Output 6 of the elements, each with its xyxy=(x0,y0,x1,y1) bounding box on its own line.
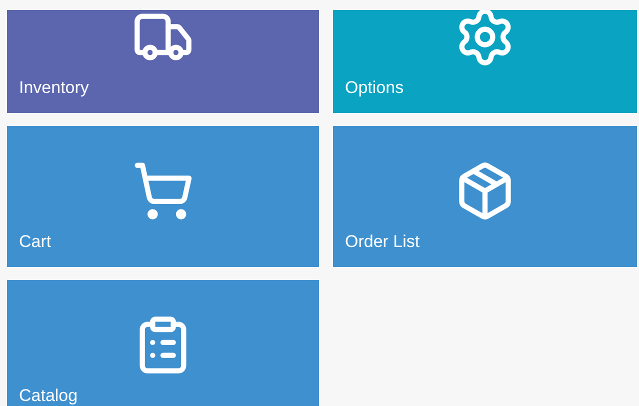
menu-tile[interactable]: Order List xyxy=(333,126,637,267)
menu-tile[interactable]: Options xyxy=(333,10,637,113)
menu-tile[interactable]: Inventory xyxy=(7,10,319,113)
menu-tile[interactable]: Catalog xyxy=(7,280,319,406)
cart-icon xyxy=(132,160,194,222)
menu-tile[interactable]: Cart xyxy=(7,126,319,267)
